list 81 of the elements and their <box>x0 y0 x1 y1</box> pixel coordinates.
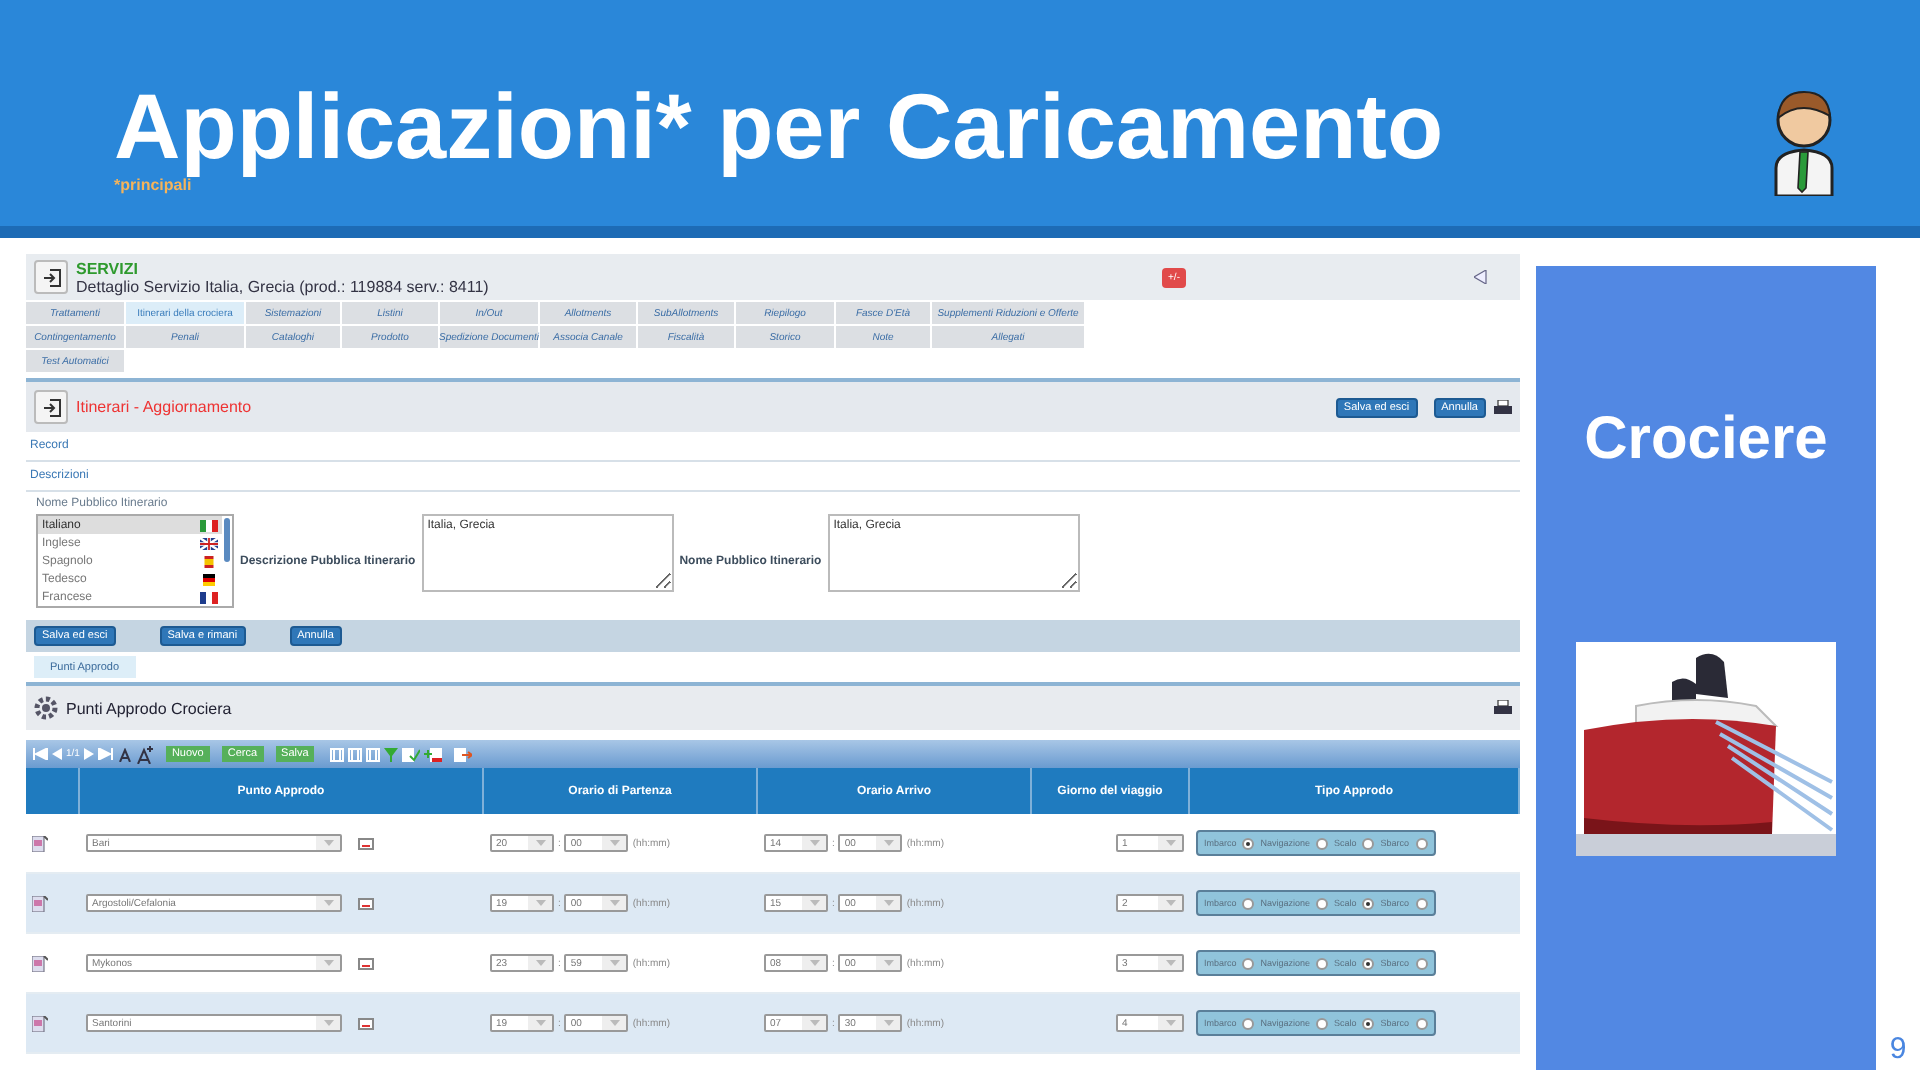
caret-icon[interactable] <box>883 1020 894 1026</box>
panel-title: Crociere <box>1584 406 1828 474</box>
edit-icon[interactable] <box>32 835 48 851</box>
font-larger-icon[interactable] <box>135 745 154 763</box>
delete-icon[interactable] <box>358 837 374 849</box>
caret-icon[interactable] <box>809 840 819 846</box>
radio-button[interactable] <box>1316 957 1329 969</box>
section-title: SERVIZI <box>76 259 140 277</box>
edit-icon[interactable] <box>32 955 48 971</box>
printer-icon[interactable] <box>1494 700 1512 716</box>
delete-icon[interactable] <box>358 1017 374 1029</box>
radio-button[interactable] <box>1415 897 1428 909</box>
flag-icon <box>200 573 218 585</box>
caret-icon[interactable] <box>809 1020 819 1026</box>
caret-icon[interactable] <box>1165 1020 1175 1026</box>
exit-button[interactable] <box>34 390 68 424</box>
caret-icon[interactable] <box>883 900 894 906</box>
radio-button[interactable] <box>1242 837 1255 849</box>
radio-button[interactable] <box>1242 1017 1255 1029</box>
caret-icon[interactable] <box>609 900 620 906</box>
exit-icon[interactable] <box>41 267 61 287</box>
caret-icon[interactable] <box>323 900 333 906</box>
export-icon[interactable] <box>454 747 473 761</box>
caret-icon[interactable] <box>883 840 894 846</box>
caret-icon[interactable] <box>535 840 545 846</box>
grid-title: Punti Approdo Crociera <box>66 699 232 717</box>
column-header <box>26 768 80 814</box>
radio-button[interactable] <box>1415 1017 1428 1029</box>
exit-button[interactable] <box>34 260 68 294</box>
radio-button[interactable] <box>1362 957 1375 969</box>
flag-icon <box>200 519 218 531</box>
exit-icon[interactable] <box>41 397 61 417</box>
add-row-icon[interactable] <box>424 747 443 761</box>
filter-icon[interactable] <box>384 747 399 761</box>
printer-icon[interactable] <box>1494 399 1512 415</box>
radio-button[interactable] <box>1242 897 1255 909</box>
radio-button[interactable] <box>1316 837 1329 849</box>
settings-icon <box>34 696 58 720</box>
caret-icon[interactable] <box>609 960 620 966</box>
edit-icon[interactable] <box>32 895 48 911</box>
caret-icon[interactable] <box>809 900 819 906</box>
previous-page-icon[interactable] <box>52 748 62 760</box>
delete-icon[interactable] <box>358 897 374 909</box>
caret-icon[interactable] <box>535 1020 545 1026</box>
caret-icon[interactable] <box>323 960 333 966</box>
caret-icon[interactable] <box>809 960 819 966</box>
radio-button[interactable] <box>1362 897 1375 909</box>
next-page-icon[interactable] <box>83 748 94 760</box>
first-page-icon[interactable] <box>32 748 48 760</box>
radio-button[interactable] <box>1362 1017 1375 1029</box>
flag-icon <box>200 537 218 549</box>
caret-icon[interactable] <box>323 1020 333 1026</box>
caret-icon[interactable] <box>535 960 545 966</box>
radio-button[interactable] <box>1316 897 1329 909</box>
flag-icon <box>200 555 218 567</box>
font-smaller-icon[interactable] <box>117 747 132 761</box>
columns-icon[interactable] <box>330 747 345 761</box>
edit-icon[interactable] <box>32 1015 48 1031</box>
delete-icon[interactable] <box>358 957 374 969</box>
caret-icon[interactable] <box>609 1020 620 1026</box>
flag-icon <box>200 591 218 603</box>
caret-icon[interactable] <box>323 840 333 846</box>
caret-icon[interactable] <box>535 900 545 906</box>
caret-icon[interactable] <box>1165 840 1175 846</box>
page-number: 9 <box>1887 1030 1909 1070</box>
radio-button[interactable] <box>1242 957 1255 969</box>
radio-button[interactable] <box>1362 837 1375 849</box>
footnote: *principali <box>114 176 192 194</box>
columns-icon[interactable] <box>366 747 381 761</box>
radio-button[interactable] <box>1415 957 1428 969</box>
caret-icon[interactable] <box>1165 960 1175 966</box>
caret-icon[interactable] <box>1165 900 1175 906</box>
caret-icon[interactable] <box>883 960 894 966</box>
slide-title: Applicazioni* per Caricamento <box>114 76 1446 176</box>
columns-icon[interactable] <box>348 747 363 761</box>
caret-icon[interactable] <box>609 840 620 846</box>
check-icon[interactable] <box>402 747 421 761</box>
radio-button[interactable] <box>1415 837 1428 849</box>
radio-button[interactable] <box>1316 1017 1329 1029</box>
service-heading: Dettaglio Servizio Italia, Grecia (prod.: 119884 serv.: 8411) <box>76 277 489 295</box>
form-title: Itinerari - Aggiornamento <box>76 398 252 416</box>
